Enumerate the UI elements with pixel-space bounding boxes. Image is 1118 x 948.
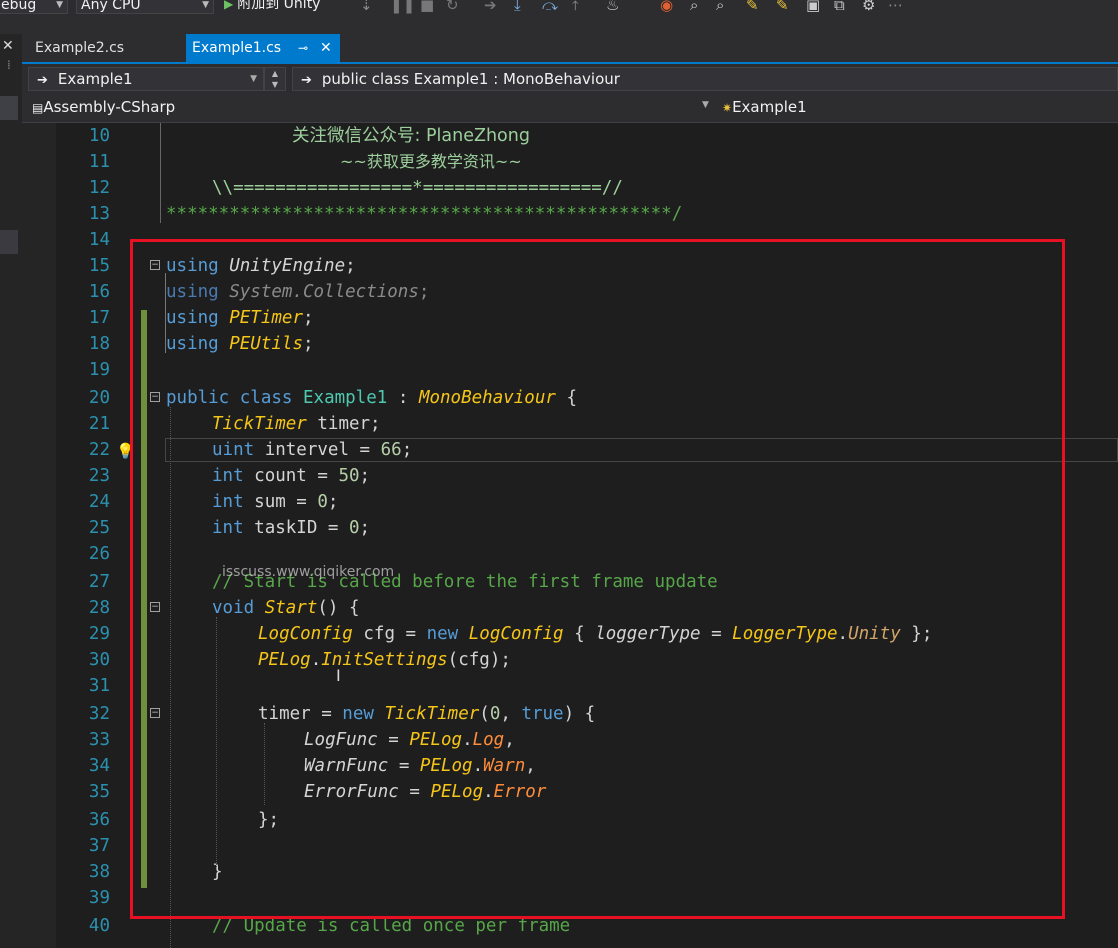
line-number: 29 <box>88 624 110 644</box>
line-number: 25 <box>88 518 110 538</box>
line-number: 14 <box>88 230 110 250</box>
line-number: 28 <box>88 598 110 618</box>
tab-example2[interactable]: Example2.cs <box>22 34 182 62</box>
line-number: 34 <box>88 756 110 776</box>
layout-icon[interactable]: ▣ <box>806 0 820 14</box>
tab-label: Example1.cs <box>192 40 282 56</box>
project-bar: ▤Assembly-CSharp ▼ ✷Example1 <box>22 94 1118 123</box>
line-number: 26 <box>88 544 110 564</box>
settings-icon[interactable]: ⚙ <box>862 0 875 14</box>
find-icon[interactable]: ⌕ <box>690 0 698 14</box>
line-number: 21 <box>88 414 110 434</box>
line-number: 35 <box>88 782 110 802</box>
tab-label: Example2.cs <box>35 40 125 56</box>
code-line: 12 \\=================*=================… <box>22 175 1118 201</box>
scope-selector[interactable]: ✷Example1 <box>722 98 807 116</box>
highlight-box <box>130 239 1065 919</box>
comment-fold-line <box>160 123 161 223</box>
search-icon[interactable]: ⌕ <box>716 0 724 14</box>
line-number: 38 <box>88 862 110 882</box>
line-number: 24 <box>88 492 110 512</box>
line-number: 30 <box>88 650 110 670</box>
code-text: \\=================*=================// <box>212 178 623 198</box>
window-icon[interactable]: ⧉ <box>834 0 845 14</box>
panel-tab[interactable] <box>0 230 18 254</box>
attach-unity-label: 附加到 Unity <box>237 0 321 12</box>
line-number: 39 <box>88 888 110 908</box>
line-number: 23 <box>88 466 110 486</box>
close-icon[interactable]: ✕ <box>320 34 332 62</box>
member-selector-value: public class Example1 : MonoBehaviour <box>321 70 620 88</box>
line-number: 12 <box>88 178 110 198</box>
pin-icon[interactable]: ⊸ <box>298 34 308 62</box>
bookmark-icon[interactable]: ✎ <box>746 0 759 14</box>
line-number: 20 <box>88 388 110 408</box>
diagnostics-icon[interactable]: ◉ <box>660 0 673 14</box>
line-number: 33 <box>88 730 110 750</box>
arrow-right-icon: ➔ <box>37 73 48 88</box>
code-line: 10 关注微信公众号: PlaneZhong <box>22 123 1118 149</box>
line-number: 31 <box>88 676 110 696</box>
hot-reload-icon[interactable]: ♨ <box>606 0 619 14</box>
line-number: 32 <box>88 704 110 724</box>
left-tool-strip: ✕ ⁞ <box>0 34 23 948</box>
navigation-bar: ➔ Example1 ▼ ▲ ▼ ➔ public class Example1 : … <box>22 64 1118 94</box>
line-number: 13 <box>88 204 110 224</box>
line-number: 15 <box>88 256 110 276</box>
project-selector-value: Assembly-CSharp <box>43 98 176 116</box>
document-tabs: Example2.cs Example1.cs ⊸ ✕ <box>22 34 1118 62</box>
line-number: 19 <box>88 360 110 380</box>
line-number: 27 <box>88 572 110 592</box>
code-text: ~~获取更多教学资讯~~ <box>340 152 522 171</box>
line-number: 17 <box>88 308 110 328</box>
close-icon[interactable]: ✕ <box>2 38 14 54</box>
chevron-down-icon[interactable]: ▼ <box>702 100 709 110</box>
configuration-dropdown[interactable]: ebug ▼ <box>0 0 68 14</box>
chevron-down-icon: ▼ <box>202 0 209 10</box>
class-selector[interactable]: ➔ Example1 ▼ <box>28 67 264 91</box>
toolbox-tab[interactable] <box>0 96 18 120</box>
line-number: 22 <box>88 440 110 460</box>
chevron-down-icon: ▼ <box>250 74 257 84</box>
pause-icon[interactable]: ❚❚ <box>390 0 415 14</box>
show-next-statement-icon[interactable]: ➔ <box>484 0 497 14</box>
step-icon[interactable]: ⇣ <box>360 0 373 14</box>
code-text: ****************************************… <box>166 204 683 224</box>
chevron-down-icon: ▼ <box>56 0 63 10</box>
arrow-right-icon: ➔ <box>301 73 312 88</box>
line-number: 11 <box>88 152 110 172</box>
split-spinner[interactable]: ▲ ▼ <box>264 67 286 91</box>
attach-unity-button[interactable]: ▶ 附加到 Unity <box>224 0 320 14</box>
restart-icon[interactable]: ↻ <box>446 0 459 14</box>
line-number: 18 <box>88 334 110 354</box>
main-toolbar: ebug ▼ Any CPU ▼ ▶ 附加到 Unity ⇣ ❚❚ ■ ↻ ➔ ⤓… <box>0 0 1118 35</box>
line-number: 16 <box>88 282 110 302</box>
class-icon: ✷ <box>722 101 733 115</box>
tab-example1[interactable]: Example1.cs ⊸ ✕ <box>186 34 340 62</box>
step-into-icon[interactable]: ⤓ <box>514 0 521 14</box>
code-text: 关注微信公众号: PlaneZhong <box>292 126 530 146</box>
project-selector[interactable]: ▤Assembly-CSharp <box>32 98 175 116</box>
step-over-icon[interactable]: ⤼ <box>542 0 558 14</box>
code-line: 13 *************************************… <box>22 201 1118 227</box>
grip-icon: ⁞ <box>7 58 11 72</box>
more-icon[interactable]: ⋯ <box>888 0 903 14</box>
member-selector[interactable]: ➔ public class Example1 : MonoBehaviour <box>292 67 1118 91</box>
configuration-value: ebug <box>1 0 37 13</box>
step-out-icon[interactable]: ⤒ <box>572 0 579 14</box>
platform-dropdown[interactable]: Any CPU ▼ <box>76 0 214 14</box>
code-line: 11 ~~获取更多教学资讯~~ <box>22 149 1118 175</box>
platform-value: Any CPU <box>81 0 141 13</box>
scope-selector-value: Example1 <box>732 98 807 116</box>
line-number: 40 <box>88 916 110 936</box>
line-number: 36 <box>88 810 110 830</box>
stop-icon[interactable]: ■ <box>420 0 434 14</box>
class-selector-value: Example1 <box>57 70 133 88</box>
line-number: 37 <box>88 836 110 856</box>
project-icon: ▤ <box>32 101 44 115</box>
bookmark-next-icon[interactable]: ✎ <box>776 0 789 14</box>
line-number: 10 <box>88 126 110 146</box>
play-icon: ▶ <box>224 0 234 11</box>
